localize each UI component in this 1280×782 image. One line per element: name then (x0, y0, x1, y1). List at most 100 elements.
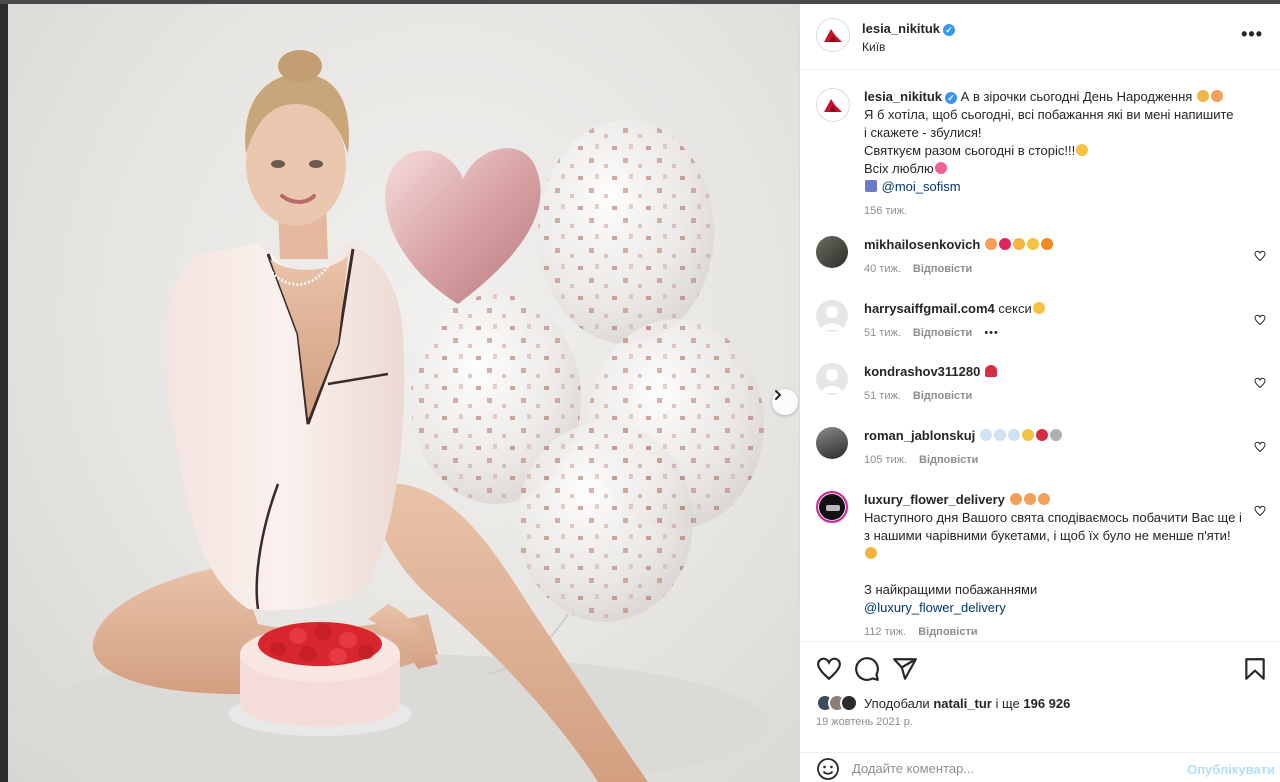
comment-time[interactable]: 40 тиж. (864, 263, 901, 275)
airplane-emoji-icon (1049, 429, 1062, 441)
strawberry-cake (228, 622, 412, 736)
fire-emoji-icon (1040, 238, 1053, 250)
comment-username[interactable]: harrysaiffgmail.com4 (864, 301, 995, 316)
comment-body-signoff: З найкращими побажаннями (864, 582, 1038, 597)
comment-more-button[interactable]: ••• (984, 327, 999, 339)
post-actions: Уподобали natali_tur і ще 196 926 19 жов… (800, 641, 1280, 782)
comment-meta: 40 тиж. Відповісти (864, 260, 1244, 278)
clap-emoji-icon (1032, 302, 1045, 314)
caption-line-4: Святкуєм разом сьогодні в сторіс!!! (864, 143, 1076, 158)
caption-tag-link[interactable]: @moi_sofism (882, 179, 961, 194)
default-user-icon (821, 306, 843, 330)
default-user-icon (821, 369, 843, 393)
next-photo-button[interactable] (772, 389, 798, 415)
kiss-face-emoji-icon (1210, 90, 1223, 102)
more-options-button[interactable]: ••• (1241, 24, 1263, 45)
comment-text: luxury_flower_delivery Наступного дня Ва… (864, 491, 1244, 641)
comment-username[interactable]: luxury_flower_delivery (864, 492, 1005, 507)
rose-emoji-icon (1035, 429, 1048, 441)
post-location[interactable]: Київ (862, 40, 955, 54)
comment-input[interactable] (852, 761, 1152, 776)
reply-button[interactable]: Відповісти (918, 626, 977, 638)
comment-meta: 51 тиж. Відповісти (864, 387, 1244, 405)
comment-username[interactable]: roman_jablonskuj (864, 428, 975, 443)
caption-line-3: і скажете - збулися! (864, 125, 982, 140)
likes-summary: Уподобали natali_tur і ще 196 926 (816, 694, 1070, 712)
comment-text: kondrashov311280 51 тиж. Відповісти (864, 363, 1244, 405)
like-comment-heart-icon[interactable] (1254, 314, 1266, 326)
caption-time[interactable]: 156 тиж. (864, 205, 907, 217)
store-logo-icon (826, 505, 840, 511)
reply-button[interactable]: Відповісти (919, 454, 978, 466)
clap-emoji-icon (1026, 238, 1039, 250)
post-photo (8, 4, 799, 782)
comments-list: lesia_nikituk ✓ А в зірочки сьогодні День… (800, 71, 1280, 641)
comment-meta: 105 тиж. Відповісти (864, 451, 1244, 469)
heart-eyes-emoji-icon (984, 238, 997, 250)
rose-emoji-icon (984, 365, 997, 377)
comment-tag-link[interactable]: @luxury_flower_delivery (864, 600, 1006, 615)
caption-author-avatar[interactable] (816, 88, 850, 122)
author-username[interactable]: lesia_nikituk (862, 21, 940, 36)
send-icon[interactable] (892, 656, 918, 682)
publish-button[interactable]: Опублікувати (1187, 762, 1275, 777)
left-background-strip (0, 4, 8, 782)
comment-time[interactable]: 51 тиж. (864, 327, 901, 339)
liker-avatar[interactable] (840, 694, 858, 712)
commenter-avatar-placeholder[interactable] (816, 300, 848, 332)
author-avatar[interactable] (816, 18, 850, 52)
wink-emoji-icon (865, 547, 877, 559)
bookmark-icon[interactable] (1242, 656, 1268, 682)
verified-badge-icon: ✓ (945, 92, 958, 104)
caption-username[interactable]: lesia_nikituk (864, 89, 942, 104)
like-comment-heart-icon[interactable] (1254, 441, 1266, 453)
comment-meta: 112 тиж. Відповісти (864, 623, 1244, 641)
add-comment-bar: Опублікувати (800, 752, 1280, 782)
comment-time[interactable]: 51 тиж. (864, 390, 901, 402)
ring-emoji-icon (993, 429, 1006, 441)
smile-icon[interactable] (816, 757, 840, 781)
party-face-emoji-icon (1009, 493, 1022, 505)
comment-time[interactable]: 112 тиж. (864, 626, 906, 638)
commenter-avatar[interactable] (816, 427, 848, 459)
author-info: lesia_nikituk ✓ Київ (862, 21, 956, 54)
post-side-panel: lesia_nikituk ✓ Київ ••• lesia_nikituk ✓ А… (799, 4, 1280, 782)
comment-item: harrysaiffgmail.com4 секси 51 тиж. Відпов… (816, 300, 1266, 340)
liker-username[interactable]: natali_tur (933, 696, 992, 711)
camera-emoji-icon (865, 180, 877, 192)
caption-line-2: Я б хотіла, щоб сьогодні, всі побажання … (864, 107, 1234, 122)
comment-username[interactable]: mikhailosenkovich (864, 237, 980, 252)
pink-heart-emoji-icon (934, 162, 947, 174)
commenter-avatar-with-story[interactable] (816, 491, 848, 523)
comment-time[interactable]: 105 тиж. (864, 454, 907, 466)
caption-text: lesia_nikituk ✓ А в зірочки сьогодні День… (864, 88, 1244, 220)
commenter-avatar[interactable] (816, 236, 848, 268)
likes-count[interactable]: 196 926 (1023, 696, 1070, 711)
ring-emoji-icon (1007, 429, 1020, 441)
likes-middle: і ще (995, 695, 1020, 711)
post-date[interactable]: 19 жовтень 2021 р. (816, 716, 913, 728)
comment-item: roman_jablonskuj 105 тиж. Відповісти (816, 427, 1266, 467)
likes-prefix: Уподобали (864, 695, 930, 711)
comment-body: секси (998, 301, 1032, 316)
heart-icon[interactable] (816, 656, 842, 682)
reply-button[interactable]: Відповісти (913, 263, 972, 275)
red-heart-emoji-icon (998, 238, 1011, 250)
comment-username[interactable]: kondrashov311280 (864, 364, 980, 379)
photo-illustration (8, 50, 768, 782)
comment-item: mikhailosenkovich 40 тиж. Відповісти (816, 236, 1266, 276)
reply-button[interactable]: Відповісти (913, 327, 972, 339)
reply-button[interactable]: Відповісти (913, 390, 972, 402)
comment-meta: 51 тиж. Відповісти ••• (864, 324, 1244, 342)
commenter-avatar-placeholder[interactable] (816, 363, 848, 395)
comment-item: kondrashov311280 51 тиж. Відповісти (816, 363, 1266, 403)
like-comment-heart-icon[interactable] (1254, 377, 1266, 389)
post-header: lesia_nikituk ✓ Київ ••• (800, 4, 1280, 70)
like-comment-heart-icon[interactable] (1254, 505, 1266, 517)
comment-icon[interactable] (854, 656, 880, 682)
chevron-right-icon (775, 390, 782, 400)
comment-text: harrysaiffgmail.com4 секси 51 тиж. Відпов… (864, 300, 1244, 342)
like-comment-heart-icon[interactable] (1254, 250, 1266, 262)
comment-body: Наступного дня Вашого свята сподіваємось… (864, 510, 1242, 543)
verified-badge-icon: ✓ (943, 24, 956, 36)
